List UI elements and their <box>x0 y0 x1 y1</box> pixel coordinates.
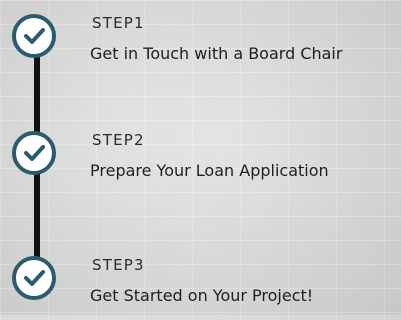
step-item-2: STEP2 Prepare Your Loan Application <box>0 125 401 195</box>
step-label: STEP1 <box>92 14 145 32</box>
step-label: STEP3 <box>92 256 145 274</box>
step-item-1: STEP1 Get in Touch with a Board Chair <box>0 8 401 78</box>
check-icon <box>12 14 56 58</box>
step-description: Prepare Your Loan Application <box>90 161 329 180</box>
check-icon <box>12 256 56 300</box>
step-description: Get Started on Your Project! <box>90 286 314 305</box>
step-item-3: STEP3 Get Started on Your Project! <box>0 250 401 320</box>
step-description: Get in Touch with a Board Chair <box>90 44 343 63</box>
check-icon <box>12 131 56 175</box>
step-label: STEP2 <box>92 131 145 149</box>
